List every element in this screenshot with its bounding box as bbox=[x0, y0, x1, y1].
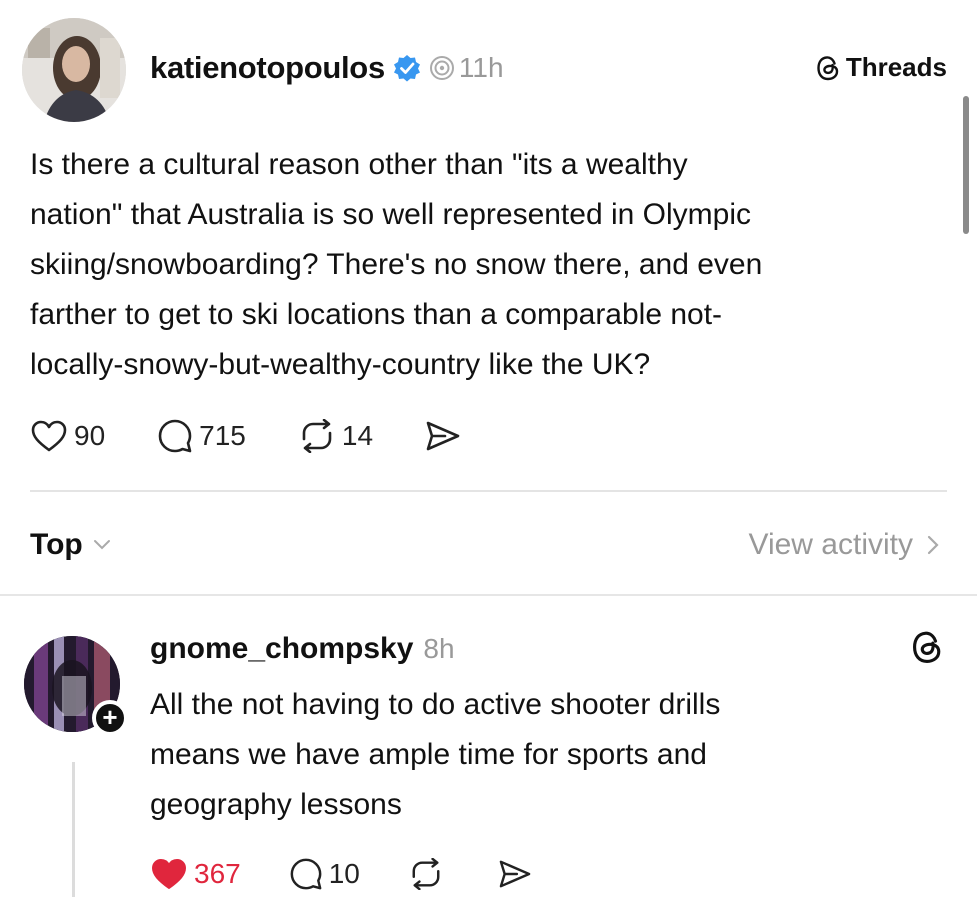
reply-button[interactable]: 715 bbox=[157, 418, 246, 454]
reply-header: gnome_chompsky 8h bbox=[150, 632, 455, 666]
post-actions: 90 715 14 bbox=[30, 412, 519, 460]
reply-threads-link[interactable] bbox=[911, 630, 943, 669]
sort-label: Top bbox=[30, 528, 83, 561]
share-button[interactable] bbox=[425, 420, 467, 452]
reply-reply-count: 10 bbox=[328, 858, 360, 889]
repost-button[interactable]: 14 bbox=[298, 419, 373, 453]
author-username[interactable]: katienotopoulos bbox=[150, 50, 385, 86]
reply-username[interactable]: gnome_chompsky bbox=[150, 632, 413, 666]
repost-count: 14 bbox=[341, 420, 374, 451]
threads-brand-label: Threads bbox=[845, 52, 947, 82]
share-icon bbox=[426, 421, 460, 451]
post-meta: 11h bbox=[429, 52, 504, 84]
like-count: 90 bbox=[74, 420, 106, 451]
reply-count: 715 bbox=[199, 420, 246, 451]
scrollbar[interactable] bbox=[963, 96, 969, 234]
threads-logo-icon bbox=[817, 55, 839, 80]
post-divider bbox=[30, 490, 947, 492]
chevron-right-icon bbox=[927, 535, 939, 555]
reply-reply-button[interactable]: 10 bbox=[289, 857, 360, 891]
reply-like-button[interactable]: 367 bbox=[150, 857, 241, 891]
threads-brand-link[interactable]: Threads bbox=[816, 52, 947, 83]
comment-icon bbox=[158, 419, 192, 453]
replies-sort-row: Top View activity bbox=[30, 520, 939, 570]
repost-icon bbox=[302, 419, 332, 453]
reply-timestamp: 8h bbox=[423, 633, 455, 664]
share-icon bbox=[499, 860, 531, 888]
author-avatar-image bbox=[22, 18, 126, 122]
author-avatar[interactable] bbox=[22, 18, 126, 122]
comment-icon bbox=[290, 858, 322, 890]
section-divider bbox=[0, 594, 977, 596]
heart-icon bbox=[31, 420, 67, 452]
view-activity-link[interactable]: View activity bbox=[748, 528, 939, 562]
fediverse-icon bbox=[429, 56, 454, 80]
threads-logo-icon bbox=[913, 631, 941, 663]
post-header: katienotopoulos 11h bbox=[150, 48, 504, 88]
like-button[interactable]: 90 bbox=[30, 419, 105, 453]
heart-filled-icon bbox=[152, 859, 186, 889]
reply-like-count: 367 bbox=[194, 858, 241, 889]
follow-button[interactable]: + bbox=[92, 700, 128, 736]
sort-dropdown[interactable]: Top bbox=[30, 528, 111, 562]
chevron-down-icon bbox=[93, 540, 110, 550]
reply-share-button[interactable] bbox=[498, 859, 538, 889]
reply-body: All the not having to do active shooter … bbox=[150, 688, 721, 821]
post-body: Is there a cultural reason other than "i… bbox=[30, 148, 763, 381]
view-activity-label: View activity bbox=[748, 528, 913, 561]
repost-icon bbox=[412, 858, 440, 890]
reply-actions: 367 10 bbox=[150, 852, 586, 896]
reply-repost-button[interactable] bbox=[408, 858, 450, 890]
thread-line bbox=[72, 762, 75, 897]
post-timestamp: 11h bbox=[458, 52, 504, 83]
verified-badge-icon bbox=[393, 54, 421, 82]
